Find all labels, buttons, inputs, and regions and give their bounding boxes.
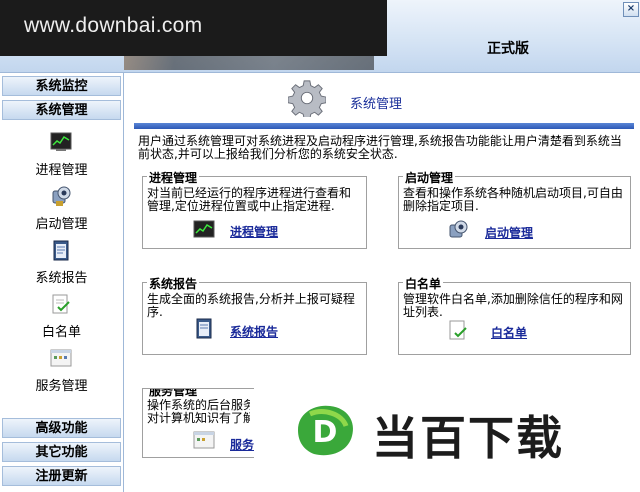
section-whitelist: 白名单 管理软件白名单,添加删除信任的程序和网址列表. 白名单 bbox=[398, 275, 631, 355]
system-report-link[interactable]: 系统报告 bbox=[230, 323, 278, 340]
sidebar-item-label: 进程管理 bbox=[35, 163, 88, 178]
page-title: 系统管理 bbox=[350, 97, 403, 112]
sidebar-item-label: 启动管理 bbox=[35, 217, 88, 232]
sidebar-header-register[interactable]: 注册更新 bbox=[2, 466, 121, 486]
sidebar-header-manage[interactable]: 系统管理 bbox=[2, 100, 121, 120]
whitelist-icon bbox=[52, 294, 70, 314]
sidebar-item-report[interactable]: 系统报告 bbox=[0, 239, 123, 293]
main-title-row: 系统管理 bbox=[124, 73, 640, 123]
service-icon bbox=[50, 349, 72, 367]
section-startup: 启动管理 查看和操作系统各种随机启动项目,可自由删除指定项目. 启动管理 bbox=[398, 169, 631, 249]
brand-watermark: D 当百下载 bbox=[290, 400, 610, 465]
startup-icon bbox=[449, 220, 468, 238]
startup-manage-link[interactable]: 启动管理 bbox=[485, 224, 533, 241]
section-desc: 生成全面的系统报告,分析并上报可疑程序. bbox=[147, 292, 355, 319]
title-divider bbox=[134, 123, 634, 129]
site-watermark-text: www.downbai.com bbox=[24, 14, 203, 37]
section-process: 进程管理 对当前已经运行的程序进程进行查看和管理,定位进程位置或中止指定进程. … bbox=[142, 169, 367, 249]
sidebar-item-label: 系统报告 bbox=[35, 271, 88, 286]
gear-icon bbox=[288, 80, 326, 117]
section-report: 系统报告 生成全面的系统报告,分析并上报可疑程序. 系统报告 bbox=[142, 275, 367, 355]
brand-text: 当百下载 bbox=[372, 411, 564, 465]
section-title: 白名单 bbox=[403, 275, 444, 292]
report-icon bbox=[196, 318, 212, 339]
section-service: 服务管理 操作系统的后台服务 对计算机知识有了解 服务 bbox=[142, 388, 254, 458]
section-desc: 查看和操作系统各种随机启动项目,可自由删除指定项目. bbox=[403, 186, 623, 213]
section-desc: 管理软件白名单,添加删除信任的程序和网址列表. bbox=[403, 292, 623, 319]
site-watermark: www.downbai.com bbox=[0, 0, 387, 56]
brand-logo-icon: D bbox=[298, 405, 354, 456]
sidebar-header-advanced[interactable]: 高级功能 bbox=[2, 418, 121, 438]
sidebar-header-monitor[interactable]: 系统监控 bbox=[2, 76, 121, 96]
sidebar-item-label: 白名单 bbox=[41, 325, 81, 340]
sidebar-item-service[interactable]: 服务管理 bbox=[0, 347, 123, 401]
close-button[interactable]: × bbox=[623, 2, 639, 17]
section-desc: 对当前已经运行的程序进程进行查看和管理,定位进程位置或中止指定进程. bbox=[147, 186, 352, 213]
report-icon bbox=[53, 240, 69, 261]
sidebar-header-other[interactable]: 其它功能 bbox=[2, 442, 121, 462]
sidebar: 系统监控 系统管理 进程管理 启动管理 系统报告 白名单 服务管理 高级功能 其… bbox=[0, 73, 124, 492]
service-icon bbox=[193, 431, 215, 449]
process-icon bbox=[193, 220, 215, 238]
section-title: 启动管理 bbox=[403, 169, 456, 186]
process-icon bbox=[50, 132, 72, 151]
section-title: 系统报告 bbox=[147, 275, 200, 292]
header-logo bbox=[124, 56, 374, 70]
sidebar-item-whitelist[interactable]: 白名单 bbox=[0, 293, 123, 347]
brand-logo-letter: D bbox=[313, 415, 338, 450]
service-manage-link[interactable]: 服务 bbox=[230, 436, 254, 453]
startup-icon bbox=[52, 186, 71, 206]
sidebar-item-process[interactable]: 进程管理 bbox=[0, 131, 123, 185]
intro-text: 用户通过系统管理可对系统进程及启动程序进行管理,系统报告功能能让用户清楚看到系统… bbox=[138, 134, 622, 161]
sidebar-item-label: 服务管理 bbox=[35, 379, 88, 394]
edition-label: 正式版 bbox=[487, 41, 529, 57]
process-manage-link[interactable]: 进程管理 bbox=[230, 223, 278, 240]
whitelist-icon bbox=[449, 320, 467, 340]
whitelist-link[interactable]: 白名单 bbox=[491, 324, 527, 341]
section-desc: 操作系统的后台服务 对计算机知识有了解 bbox=[147, 399, 250, 425]
section-title: 服务管理 bbox=[147, 389, 200, 399]
section-title: 进程管理 bbox=[147, 169, 200, 186]
sidebar-item-startup[interactable]: 启动管理 bbox=[0, 185, 123, 239]
header-banner: www.downbai.com × 正式版 bbox=[0, 0, 640, 73]
app-window: www.downbai.com × 正式版 系统监控 系统管理 进程管理 启动管… bbox=[0, 0, 640, 492]
